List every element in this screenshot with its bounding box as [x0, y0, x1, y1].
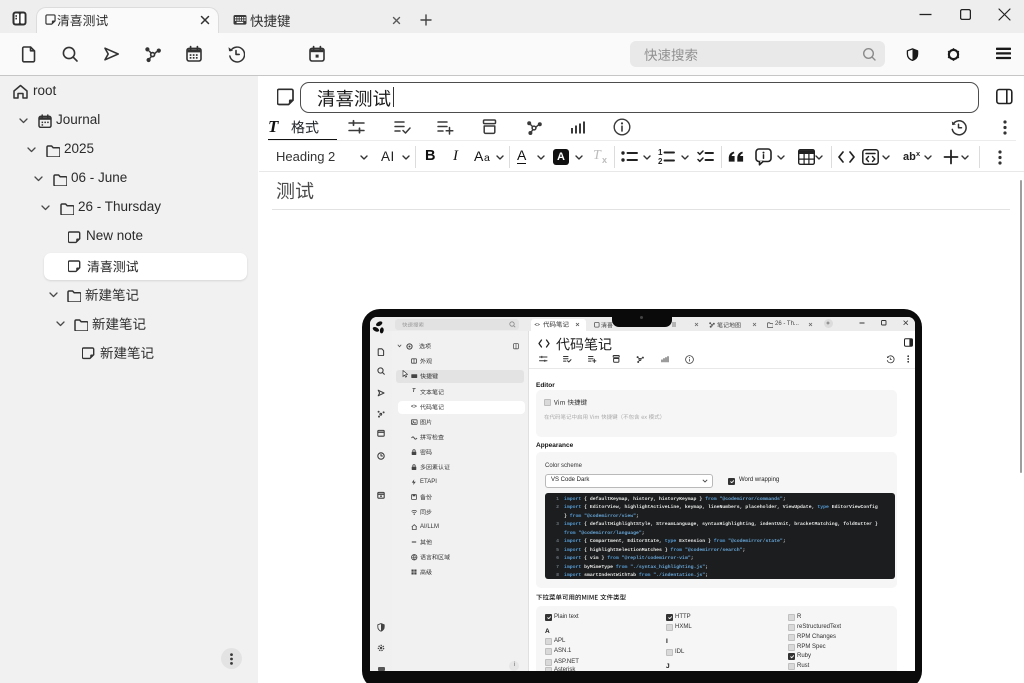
svg-text:1: 1	[658, 148, 663, 157]
svg-text:2: 2	[658, 157, 663, 166]
